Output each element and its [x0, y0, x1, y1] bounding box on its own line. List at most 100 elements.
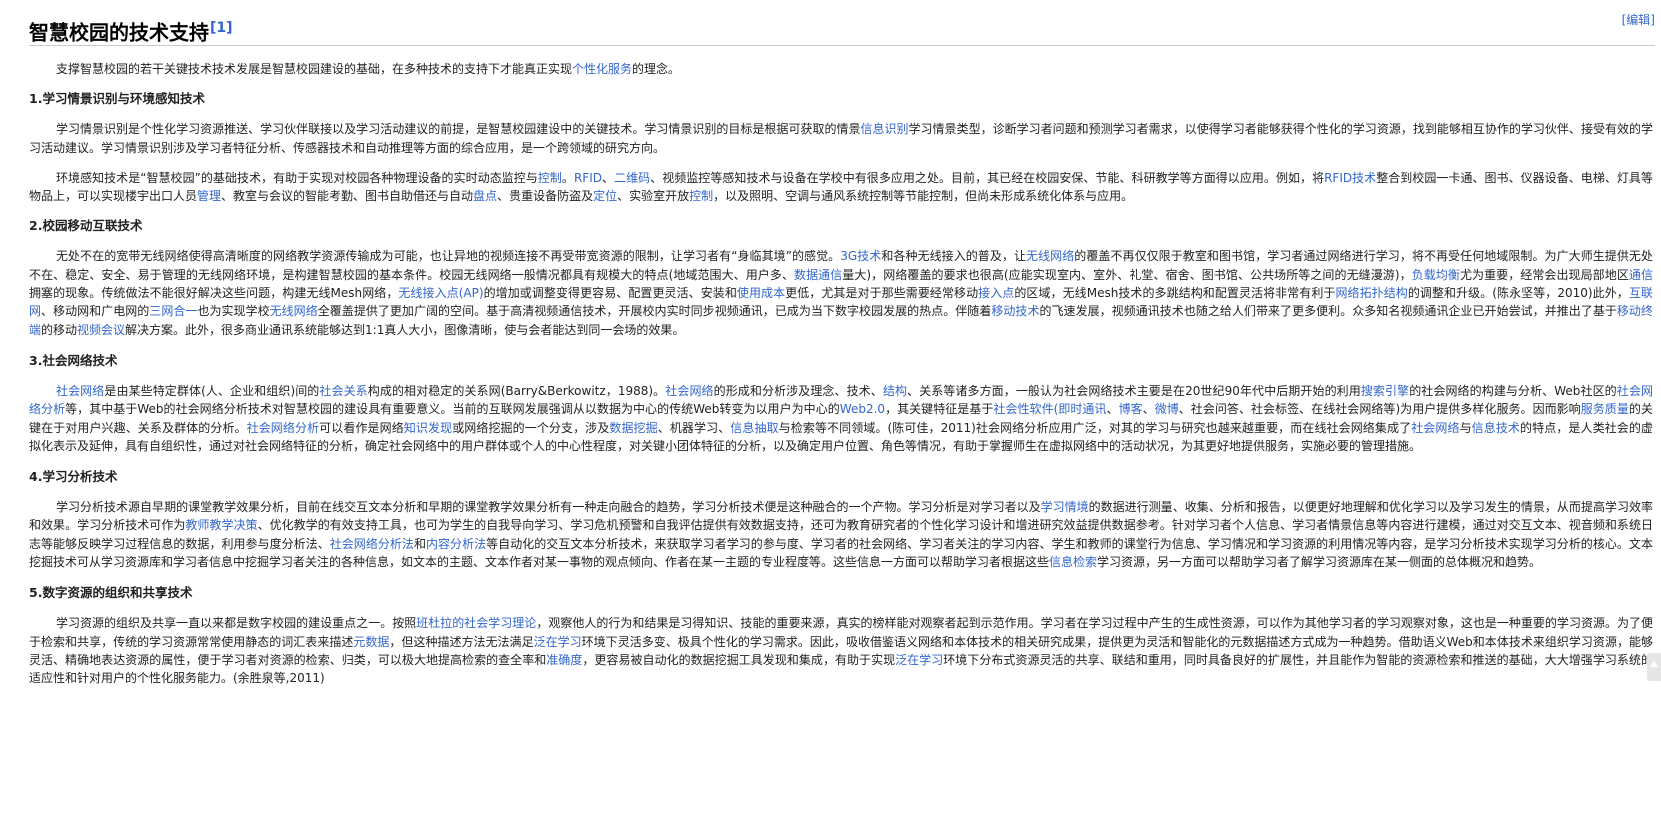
paragraph-text: 。: [561, 170, 574, 185]
subsection-heading: 5.数字资源的组织和共享技术: [29, 585, 193, 601]
wiki-link[interactable]: 社会网络: [56, 384, 104, 398]
paragraph-text: 更低，尤其是对于那些需要经常移动: [785, 286, 979, 301]
scroll-to-top-icon[interactable]: [1647, 653, 1661, 681]
wiki-link[interactable]: 社会网络: [665, 384, 713, 398]
wiki-link[interactable]: 结构: [883, 384, 907, 398]
wiki-link[interactable]: 三网合一: [149, 304, 197, 318]
wiki-link[interactable]: 3G技术: [840, 249, 881, 263]
wiki-link[interactable]: 定位: [593, 189, 617, 203]
wiki-link[interactable]: 班杜拉的社会学习理论: [416, 616, 536, 630]
paragraph-text: ，以及照明、空调与通风系统控制等节能控制，但尚未形成系统化体系与应用。: [713, 189, 1134, 204]
wiki-link[interactable]: 无线接入点: [398, 286, 458, 300]
wiki-link[interactable]: 社会性软件: [993, 402, 1053, 416]
wiki-link[interactable]: 博客: [1119, 402, 1143, 416]
paragraph-text: 、: [1142, 402, 1155, 417]
wiki-link[interactable]: 控制: [538, 171, 562, 185]
wiki-link[interactable]: 通信: [1629, 268, 1653, 282]
paragraph-text: 与: [1459, 420, 1472, 435]
wiki-link[interactable]: 元数据: [353, 635, 389, 649]
wiki-link[interactable]: 接入点: [978, 286, 1014, 300]
wiki-link[interactable]: 内容分析法: [426, 537, 486, 551]
wiki-link[interactable]: 无线网络: [1026, 249, 1074, 263]
wiki-link[interactable]: 管理: [197, 189, 221, 203]
paragraph-text: 支撑智慧校园的若干关键技术技术发展是智慧校园建设的基础，在多种技术的支持下才能真…: [56, 62, 573, 76]
paragraph-text: 拥塞的现象。传统做法不能很好解决这些问题，构建无线Mesh网络，: [29, 286, 399, 301]
wiki-link[interactable]: 二维码: [614, 171, 650, 185]
wiki-link[interactable]: 信息识别: [861, 122, 909, 136]
wiki-link[interactable]: 社会网络: [1411, 421, 1459, 435]
paragraph-text: 、社会问答、社会标签、在线社会网络等)为用户提供多样化服务。因而影响: [1178, 402, 1581, 417]
wiki-link[interactable]: 社会网络分析法: [330, 537, 414, 551]
paragraph: 社会网络是由某些特定群体(人、企业和组织)间的社会关系构成的相对稳定的关系网(B…: [29, 382, 1653, 455]
wiki-link[interactable]: 即时通讯: [1058, 402, 1106, 416]
wiki-link[interactable]: 微博: [1155, 402, 1179, 416]
wiki-link[interactable]: 信息技术: [1472, 421, 1520, 435]
reference-link[interactable]: [1]: [210, 20, 233, 36]
article-body: 支撑智慧校园的若干关键技术技术发展是智慧校园建设的基础，在多种技术的支持下才能真…: [29, 60, 1653, 688]
paragraph-text: 的移动: [41, 322, 78, 337]
wiki-link[interactable]: 无线网络: [270, 304, 318, 318]
paragraph-text: 的理念。: [632, 62, 681, 76]
paragraph-text: 解决方案。此外，很多商业通讯系统能够达到1:1真人大小，图像清晰，使与会者能达到…: [125, 322, 685, 337]
paragraph-text: 的增加或调整变得更容易、配置更灵活、安装和: [483, 286, 737, 301]
wiki-link[interactable]: RFID: [574, 171, 602, 185]
wiki-link[interactable]: 泛在学习: [534, 635, 582, 649]
wiki-link[interactable]: 视频会议: [77, 323, 125, 337]
paragraph-text: 环境感知技术是“智慧校园”的基础技术，有助于实现对校园各种物理设备的实时动态监控…: [56, 170, 538, 185]
wiki-link[interactable]: Web2.0: [840, 402, 885, 416]
paragraph-text: ，其关键特征是基于: [885, 402, 994, 417]
paragraph-text: 、关系等诸多方面，一般认为社会网络技术主要是在20世纪90年代中后期开始的利用: [907, 383, 1361, 398]
wiki-link[interactable]: 负载均衡: [1412, 268, 1460, 282]
paragraph: 支撑智慧校园的若干关键技术技术发展是智慧校园建设的基础，在多种技术的支持下才能真…: [29, 60, 1653, 78]
wiki-link[interactable]: 社会网络分析: [247, 421, 320, 435]
paragraph-text: 的调整和升级。(陈永坚等，2010)此外，: [1407, 286, 1629, 301]
wiki-link[interactable]: 网络拓扑结构: [1336, 286, 1408, 300]
subsection-heading: 2.校园移动互联技术: [29, 218, 143, 234]
paragraph: 学习分析技术源自早期的课堂教学效果分析，目前在线交互文本分析和早期的课堂教学效果…: [29, 498, 1653, 571]
paragraph-text: 尤为重要，经常会出现局部地区: [1459, 267, 1629, 282]
wiki-link[interactable]: 服务质量: [1581, 402, 1629, 416]
wiki-link[interactable]: 盘点: [473, 189, 497, 203]
paragraph-text: 、贵重设备防盗及: [497, 189, 594, 204]
wiki-link[interactable]: (AP): [459, 286, 484, 300]
wiki-link[interactable]: 控制: [689, 189, 713, 203]
paragraph-text: 、: [1106, 402, 1119, 417]
wiki-link[interactable]: 学习情境: [1041, 500, 1089, 514]
paragraph-text: 可以看作是网络: [319, 420, 404, 435]
wiki-link[interactable]: 社会关系: [319, 384, 367, 398]
paragraph-text: 和各种无线接入的普及，让: [881, 249, 1027, 264]
edit-link[interactable]: [编辑]: [1622, 11, 1655, 28]
wiki-link[interactable]: 个性化服务: [572, 62, 632, 76]
wiki-link[interactable]: 准确度: [546, 653, 582, 667]
article-section: 智慧校园的技术支持[1] [编辑] 支撑智慧校园的若干关键技术技术发展是智慧校园…: [0, 0, 1661, 814]
paragraph-text: 全覆盖提供了更加广阔的空间。基于高清视频通信技术，开展校内实时同步视频通讯，已成…: [317, 304, 992, 319]
paragraph-text: 学习分析技术源自早期的课堂教学效果分析，目前在线交互文本分析和早期的课堂教学效果…: [56, 500, 1041, 515]
wiki-link[interactable]: RFID技术: [1324, 171, 1376, 185]
wiki-link[interactable]: 使用成本: [737, 286, 785, 300]
wiki-link[interactable]: 信息抽取: [730, 421, 778, 435]
subsection-heading: 3.社会网络技术: [29, 352, 118, 368]
paragraph: 学习情景识别是个性化学习资源推送、学习伙伴联接以及学习活动建议的前提，是智慧校园…: [29, 120, 1653, 157]
paragraph-text: 构成的相对稳定的关系网(Barry&Berkowitz，1988)。: [367, 383, 666, 398]
paragraph-text: 与检索等不同领域。(陈可佳，2011)社会网络分析应用广泛，对其的学习与研究也越…: [778, 420, 1412, 435]
paragraph-text: 、视频监控等感知技术与设备在学校中有很多应用之处。目前，其已经在校园安保、节能、…: [650, 170, 1325, 185]
heading-divider: [29, 45, 1655, 46]
wiki-link[interactable]: 移动技术: [991, 304, 1039, 318]
wiki-link[interactable]: 泛在学习: [895, 653, 943, 667]
paragraph-text: 量大)，网络覆盖的要求也很高(应能实现室内、室外、礼堂、宿舍、图书馆、公共场所等…: [842, 267, 1412, 282]
wiki-link[interactable]: 数据通信: [794, 268, 842, 282]
paragraph: 环境感知技术是“智慧校园”的基础技术，有助于实现对校园各种物理设备的实时动态监控…: [29, 169, 1653, 206]
wiki-link[interactable]: 搜索引擎: [1361, 384, 1409, 398]
wiki-link[interactable]: 知识发现: [404, 421, 452, 435]
paragraph-text: 、: [601, 170, 615, 185]
subsection-heading: 1.学习情景识别与环境感知技术: [29, 91, 205, 107]
section-title: 智慧校园的技术支持: [29, 20, 209, 45]
wiki-link[interactable]: 教师教学决策: [185, 518, 257, 532]
paragraph: 学习资源的组织及共享一直以来都是数字校园的建设重点之一。按照班杜拉的社会学习理论…: [29, 614, 1653, 687]
paragraph-text: 学习资源的组织及共享一直以来都是数字校园的建设重点之一。按照: [56, 616, 417, 631]
paragraph-text: ，但这种描述方法无法满足: [389, 634, 534, 649]
paragraph-text: 的社会网络的构建与分析、Web社区的: [1409, 383, 1617, 398]
wiki-link[interactable]: 数据挖掘: [609, 421, 657, 435]
wiki-link[interactable]: 信息检索: [1049, 555, 1097, 569]
paragraph-text: 是由某些特定群体(人、企业和组织)间的: [104, 383, 320, 398]
